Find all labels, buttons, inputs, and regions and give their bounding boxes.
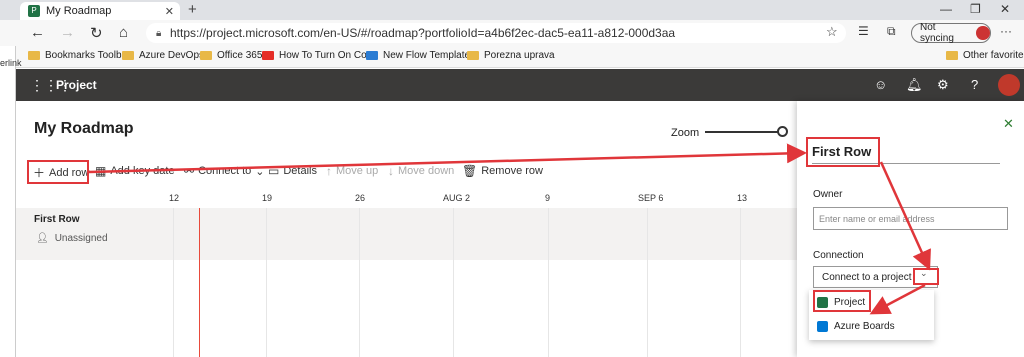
arrow-to-panel xyxy=(88,143,807,174)
screenshot: P My Roadmap ✕ + — ❐ ✕ ← → ↻ ⌂ 🔒︎ https:… xyxy=(0,0,1024,357)
arrow-to-project xyxy=(869,283,926,315)
arrow-to-chevron xyxy=(879,161,931,271)
annotation-arrows xyxy=(88,143,931,315)
